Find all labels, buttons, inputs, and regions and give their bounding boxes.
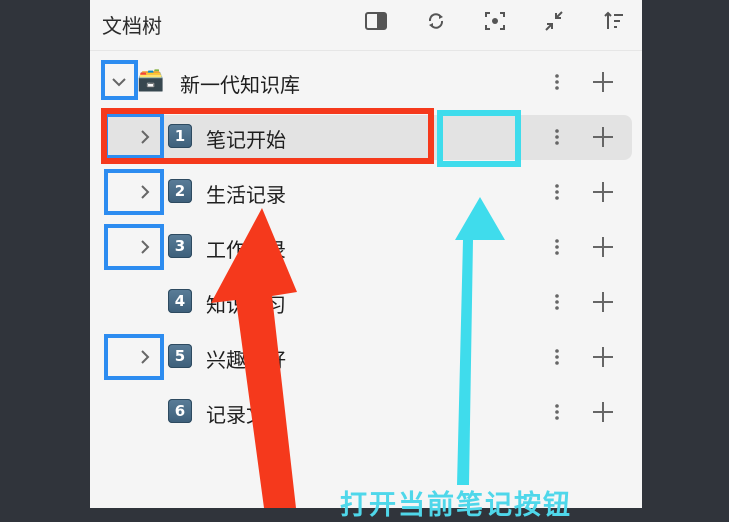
sidebar-toggle-icon[interactable] — [362, 9, 390, 33]
chevron-right-icon[interactable] — [130, 122, 160, 152]
tree-item[interactable]: 6 记录文档 — [90, 383, 642, 438]
add-icon[interactable] — [590, 289, 616, 315]
chevron-down-icon[interactable] — [104, 67, 134, 97]
tree-item[interactable]: 1 笔记开始 — [90, 108, 642, 163]
add-icon[interactable] — [590, 69, 616, 95]
number-emoji: 2 — [168, 179, 192, 203]
tree-item[interactable]: 3 工作记录 — [90, 218, 642, 273]
more-icon[interactable] — [544, 69, 570, 95]
number-emoji: 6 — [168, 399, 192, 423]
add-icon[interactable] — [590, 344, 616, 370]
refresh-icon[interactable] — [422, 9, 450, 33]
more-icon[interactable] — [544, 399, 570, 425]
notebook-icon: 🗃️ — [137, 68, 165, 93]
tree-root-label: 新一代知识库 — [180, 73, 300, 97]
focus-icon[interactable] — [481, 9, 509, 33]
tree-root-item[interactable]: 🗃️ 新一代知识库 — [90, 53, 642, 108]
number-emoji: 5 — [168, 344, 192, 368]
tree-item[interactable]: 2 生活记录 — [90, 163, 642, 218]
tree-item-label: 生活记录 — [206, 183, 286, 207]
chevron-right-icon[interactable] — [130, 342, 160, 372]
add-icon[interactable] — [590, 124, 616, 150]
tree-item-label: 兴趣爱好 — [206, 348, 286, 372]
number-emoji: 1 — [168, 124, 192, 148]
tree-item-label: 笔记开始 — [206, 128, 286, 152]
number-emoji: 3 — [168, 234, 192, 258]
chevron-right-icon[interactable] — [130, 177, 160, 207]
number-emoji: 4 — [168, 289, 192, 313]
more-icon[interactable] — [544, 289, 570, 315]
tree-item-label: 记录文档 — [206, 403, 286, 427]
chevron-right-icon[interactable] — [130, 232, 160, 262]
more-icon[interactable] — [544, 179, 570, 205]
add-icon[interactable] — [590, 399, 616, 425]
tree-item[interactable]: 5 兴趣爱好 — [90, 328, 642, 383]
doc-tree-panel: 文档树 🗃️ 新一代知识库 1 笔记开始 2 生活记录 3 工作记录 4 知识学… — [90, 0, 642, 508]
more-icon[interactable] — [544, 344, 570, 370]
add-icon[interactable] — [590, 234, 616, 260]
collapse-icon[interactable] — [540, 9, 568, 33]
tree-item-label: 工作记录 — [206, 238, 286, 262]
more-icon[interactable] — [544, 234, 570, 260]
tree-item-label: 知识学习 — [206, 293, 286, 317]
add-icon[interactable] — [590, 179, 616, 205]
panel-title: 文档树 — [102, 14, 162, 38]
panel-header: 文档树 — [90, 0, 642, 51]
more-icon[interactable] — [544, 124, 570, 150]
tree-item[interactable]: 4 知识学习 — [90, 273, 642, 328]
annotation-caption: 打开当前笔记按钮 — [340, 490, 572, 521]
sort-icon[interactable] — [600, 9, 628, 33]
